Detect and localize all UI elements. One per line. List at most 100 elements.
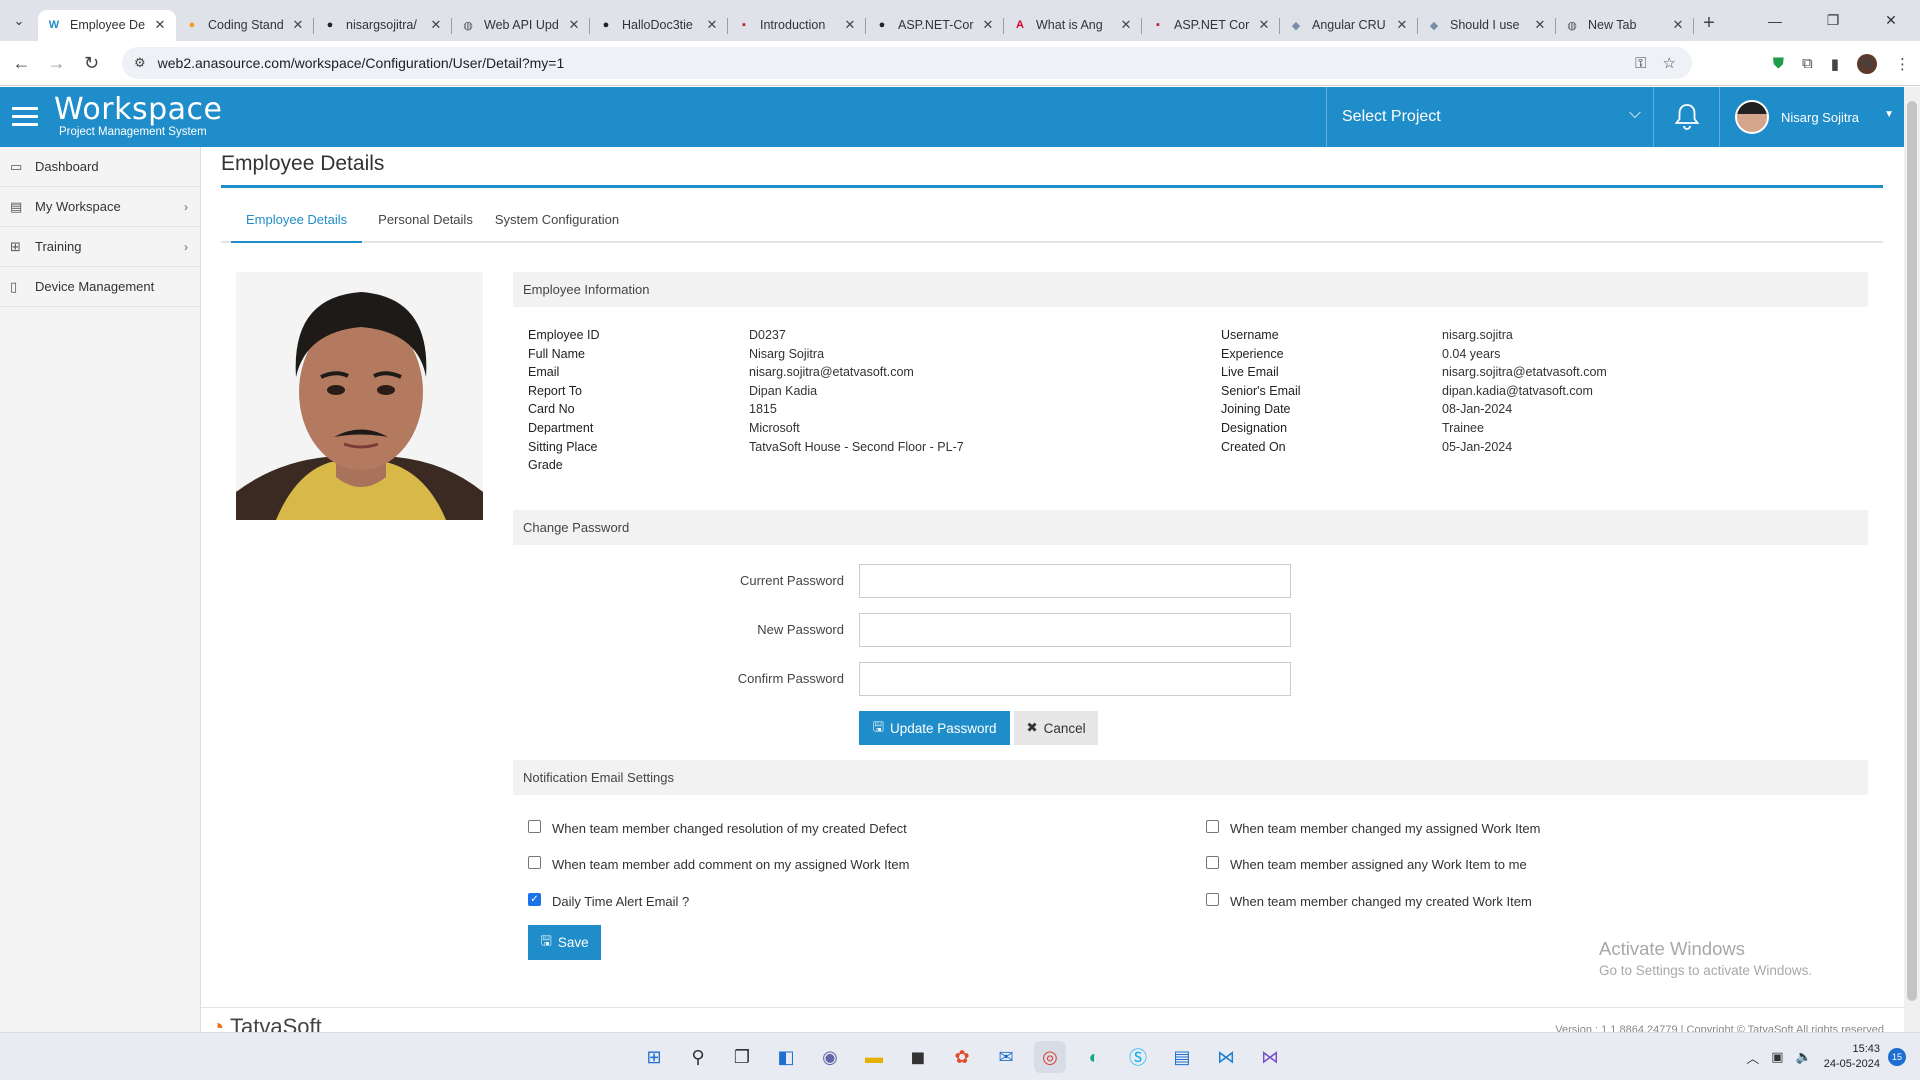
notification-checkbox[interactable]: [1206, 893, 1219, 906]
skype-icon[interactable]: Ⓢ: [1122, 1041, 1154, 1073]
shield-extension-icon[interactable]: ⛊: [1773, 55, 1784, 72]
notification-checkbox-label[interactable]: When team member assigned any Work Item …: [1230, 857, 1527, 872]
browser-tab[interactable]: ● ASP.NET-Cor ✕: [866, 10, 1004, 41]
notification-count-badge[interactable]: 15: [1888, 1048, 1906, 1066]
close-tab-icon[interactable]: ✕: [1118, 17, 1134, 33]
close-tab-icon[interactable]: ✕: [566, 17, 582, 33]
password-key-icon[interactable]: ⚿: [1635, 55, 1646, 72]
system-clock[interactable]: 15:43 24-05-2024: [1824, 1042, 1880, 1072]
site-info-icon[interactable]: ⚙: [134, 55, 146, 71]
current-password-input[interactable]: [859, 564, 1291, 598]
close-tab-icon[interactable]: ✕: [1394, 17, 1410, 33]
paint-icon[interactable]: ✿: [946, 1041, 978, 1073]
notification-checkbox-label[interactable]: When team member changed my created Work…: [1230, 894, 1532, 909]
tray-chevron-up-icon[interactable]: ︿: [1746, 1048, 1759, 1067]
sidebar-item-device-management[interactable]: ▯ Device Management: [0, 267, 200, 307]
notification-checkbox-label[interactable]: When team member changed resolution of m…: [552, 821, 907, 836]
file-explorer-icon[interactable]: ▬: [858, 1041, 890, 1073]
extensions-icon[interactable]: ⧉: [1802, 55, 1813, 72]
new-password-input[interactable]: [859, 613, 1291, 647]
widgets-icon[interactable]: ◧: [770, 1041, 802, 1073]
scrollbar-thumb[interactable]: [1907, 101, 1917, 1001]
notification-checkbox-label[interactable]: When team member changed my assigned Wor…: [1230, 821, 1540, 836]
edge-icon[interactable]: ◐: [1078, 1041, 1110, 1073]
logo-subtitle: Project Management System: [59, 126, 207, 138]
footer-logo: ◔ TatvaSoft: [211, 1014, 322, 1032]
browser-tab[interactable]: ◆ Should I use ✕: [1418, 10, 1556, 41]
user-menu[interactable]: Nisarg Sojitra ▼: [1719, 87, 1904, 147]
notification-checkbox-label[interactable]: Daily Time Alert Email ?: [552, 894, 689, 909]
vscode-icon[interactable]: ⋈: [1210, 1041, 1242, 1073]
notification-checkbox[interactable]: ✓: [528, 893, 541, 906]
browser-tab[interactable]: A What is Ang ✕: [1004, 10, 1142, 41]
tab-system-configuration[interactable]: System Configuration: [480, 208, 634, 243]
close-window-button[interactable]: ✕: [1862, 0, 1920, 41]
browser-tab[interactable]: ▪ Introduction ✕: [728, 10, 866, 41]
save-button[interactable]: 🖫 Save: [528, 925, 601, 960]
page-scrollbar[interactable]: [1904, 87, 1920, 1032]
tab-search-button[interactable]: ⌄: [0, 0, 38, 41]
tab-employee-details[interactable]: Employee Details: [231, 208, 363, 243]
teams-chat-icon[interactable]: ◉: [814, 1041, 846, 1073]
browser-tab[interactable]: ● Coding Stand ✕: [176, 10, 314, 41]
close-tab-icon[interactable]: ✕: [1256, 17, 1272, 33]
visual-studio-icon[interactable]: ⋈: [1254, 1041, 1286, 1073]
back-button[interactable]: ←: [4, 53, 39, 74]
browser-tab[interactable]: ◍ Web API Upd ✕: [452, 10, 590, 41]
mail-icon[interactable]: ✉: [990, 1041, 1022, 1073]
search-icon[interactable]: ⚲: [682, 1041, 714, 1073]
close-tab-icon[interactable]: ✕: [290, 17, 306, 33]
select-project-dropdown[interactable]: Select Project ⌵: [1326, 87, 1653, 147]
browser-tab[interactable]: ◆ Angular CRU ✕: [1280, 10, 1418, 41]
notification-checkbox-label[interactable]: When team member add comment on my assig…: [552, 857, 909, 872]
hamburger-menu-icon[interactable]: [12, 107, 38, 131]
browser-tab[interactable]: ● HalloDoc3tie ✕: [590, 10, 728, 41]
url-omnibox[interactable]: ⚙ web2.anasource.com/workspace/Configura…: [122, 47, 1692, 79]
sidebar-item-training[interactable]: ⊞ Training ›: [0, 227, 200, 267]
tab-title: Introduction: [760, 18, 826, 32]
menu-dots-icon[interactable]: ⋮: [1895, 55, 1910, 73]
workspace-logo[interactable]: Workspace Project Management System: [54, 95, 222, 139]
url-text[interactable]: web2.anasource.com/workspace/Configurati…: [158, 55, 1635, 71]
close-tab-icon[interactable]: ✕: [1670, 17, 1686, 33]
minimize-button[interactable]: —: [1746, 0, 1804, 41]
close-tab-icon[interactable]: ✕: [1532, 17, 1548, 33]
sidebar-item-my-workspace[interactable]: ▤ My Workspace ›: [0, 187, 200, 227]
update-password-button[interactable]: 🖫 Update Password: [859, 711, 1010, 745]
browser-tab[interactable]: ● nisargsojitra/ ✕: [314, 10, 452, 41]
reload-button[interactable]: ↻: [74, 53, 109, 74]
tab-personal-details[interactable]: Personal Details: [362, 208, 480, 243]
close-tab-icon[interactable]: ✕: [842, 17, 858, 33]
close-tab-icon[interactable]: ✕: [428, 17, 444, 33]
volume-icon[interactable]: 🔈: [1796, 1049, 1812, 1065]
notepad-icon[interactable]: ▤: [1166, 1041, 1198, 1073]
forward-button[interactable]: →: [39, 53, 74, 74]
browser-tab[interactable]: ◍ New Tab ✕: [1556, 10, 1694, 41]
browser-tab[interactable]: ▪ ASP.NET Cor ✕: [1142, 10, 1280, 41]
close-tab-icon[interactable]: ✕: [152, 17, 168, 33]
close-tab-icon[interactable]: ✕: [980, 17, 996, 33]
profile-avatar[interactable]: N: [1857, 53, 1877, 74]
side-panel-icon[interactable]: ▮: [1831, 55, 1839, 73]
store-icon[interactable]: ◼: [902, 1041, 934, 1073]
sidebar-item-dashboard[interactable]: ▭ Dashboard: [0, 147, 200, 187]
cancel-button[interactable]: ✖ Cancel: [1014, 711, 1098, 745]
info-label: Sitting Place: [528, 439, 598, 454]
browser-tab[interactable]: W Employee De ✕: [38, 9, 176, 41]
network-icon[interactable]: ▣: [1771, 1049, 1783, 1065]
restore-button[interactable]: ❐: [1804, 0, 1862, 41]
notification-checkbox[interactable]: [1206, 820, 1219, 833]
notification-checkbox[interactable]: [528, 856, 541, 869]
task-view-icon[interactable]: ❐: [726, 1041, 758, 1073]
notification-checkbox[interactable]: [528, 820, 541, 833]
bookmark-star-icon[interactable]: ☆: [1663, 54, 1676, 72]
close-tab-icon[interactable]: ✕: [704, 17, 720, 33]
new-tab-button[interactable]: +: [1694, 12, 1724, 35]
notification-bell-icon[interactable]: [1653, 87, 1719, 147]
notification-checkbox[interactable]: [1206, 856, 1219, 869]
chrome-icon[interactable]: ◎: [1034, 1041, 1066, 1073]
tab-title: HalloDoc3tie: [622, 18, 693, 32]
start-icon[interactable]: ⊞: [638, 1041, 670, 1073]
sidebar-item-label: Device Management: [35, 279, 155, 294]
confirm-password-input[interactable]: [859, 662, 1291, 696]
